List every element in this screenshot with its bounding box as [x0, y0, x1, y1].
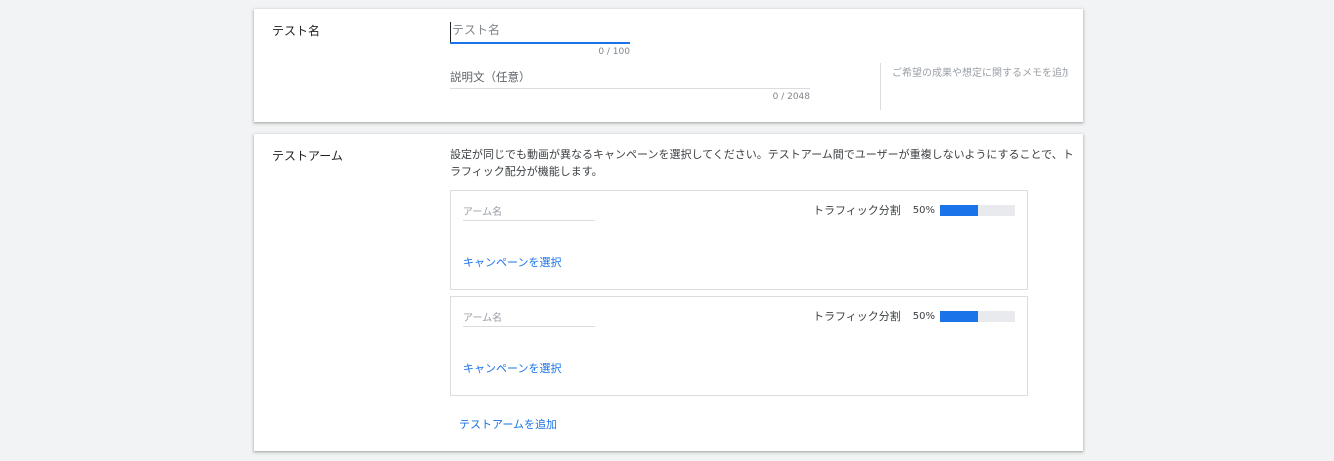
test-name-underline	[450, 42, 630, 44]
traffic-split: トラフィック分割 50%	[813, 309, 1015, 323]
traffic-split-bar[interactable]	[940, 204, 1015, 216]
arm-name-field[interactable]: アーム名	[463, 309, 595, 327]
select-campaign-link[interactable]: キャンペーンを選択	[463, 254, 561, 270]
traffic-split-percent: 50%	[912, 310, 935, 322]
test-name-field[interactable]: テスト名 0 / 100	[450, 22, 630, 57]
description-underline	[450, 88, 810, 89]
description-input[interactable]: 説明文（任意）	[450, 70, 810, 88]
test-arm-1: アーム名 トラフィック分割 50% キャンペーンを選択	[450, 190, 1028, 290]
traffic-split-label: トラフィック分割	[812, 204, 901, 217]
arm-name-input[interactable]: アーム名	[463, 203, 595, 220]
test-arms-description: 設定が同じでも動画が異なるキャンペーンを選択してください。テストアーム間でユーザ…	[450, 148, 1074, 178]
description-counter: 0 / 2048	[772, 92, 810, 102]
memo-divider	[880, 63, 881, 110]
test-name-counter: 0 / 100	[598, 47, 630, 57]
test-arms-card: テストアーム 設定が同じでも動画が異なるキャンペーンを選択してください。テストア…	[254, 134, 1083, 451]
traffic-split: トラフィック分割 50%	[813, 203, 1015, 217]
arm-name-field[interactable]: アーム名	[463, 203, 595, 221]
traffic-split-label: トラフィック分割	[812, 310, 901, 323]
add-test-arm-button[interactable]: テストアームを追加	[459, 416, 557, 432]
test-arms-section-label: テストアーム	[272, 149, 343, 163]
test-arm-2: アーム名 トラフィック分割 50% キャンペーンを選択	[450, 296, 1028, 396]
select-campaign-link[interactable]: キャンペーンを選択	[463, 360, 561, 376]
memo-input[interactable]: ご希望の成果や想定に関するメモを追加	[892, 64, 1068, 79]
description-field[interactable]: 説明文（任意） 0 / 2048	[450, 70, 810, 102]
traffic-split-bar[interactable]	[940, 310, 1015, 322]
arm-name-underline	[463, 326, 595, 327]
traffic-split-bar-fill	[940, 310, 978, 322]
traffic-split-bar-fill	[940, 204, 978, 216]
test-name-card: テスト名 テスト名 0 / 100 説明文（任意） 0 / 2048 ご希望の成…	[254, 9, 1083, 122]
test-name-input[interactable]: テスト名	[450, 22, 630, 42]
arm-name-underline	[463, 220, 595, 221]
arm-name-input[interactable]: アーム名	[463, 309, 595, 326]
traffic-split-percent: 50%	[912, 204, 935, 216]
test-name-section-label: テスト名	[272, 24, 321, 38]
